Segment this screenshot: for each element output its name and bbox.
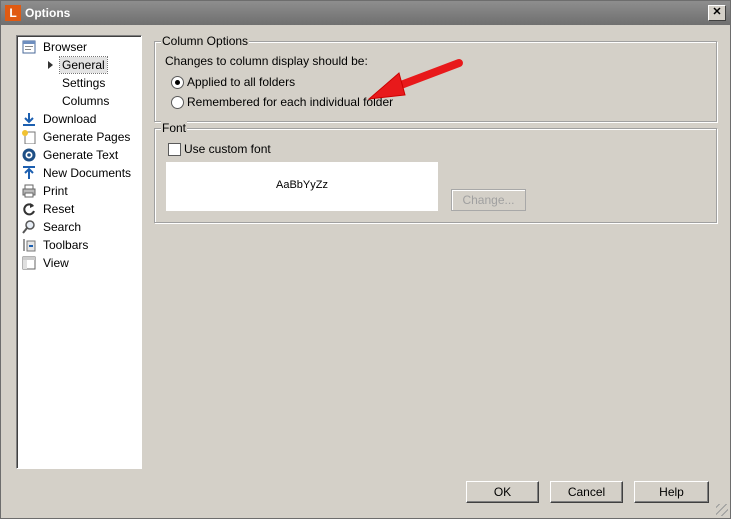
generate-pages-icon [22,130,36,144]
app-icon: L [5,5,21,21]
font-legend: Font [161,121,188,135]
ok-button[interactable]: OK [466,481,539,503]
new-documents-icon [23,166,35,179]
tree-item-label: Browser [43,40,88,54]
tree-item-label: General [59,56,108,74]
custom-font-label[interactable]: Use custom font [184,142,271,156]
tree-item-label: Reset [43,202,75,216]
download-icon [23,113,35,126]
tree-item-label: Search [43,220,82,234]
close-button[interactable]: ✕ [708,5,726,21]
tree-item-label: New Documents [43,166,132,180]
custom-font-checkbox[interactable] [168,143,181,156]
remembered-each-radio[interactable] [171,96,184,109]
tree-item-label: Print [43,184,68,198]
help-button[interactable]: Help [634,481,709,503]
applied-all-radio[interactable] [171,76,184,89]
window-title: Options [25,6,71,20]
tree-item-label: Generate Pages [43,130,131,144]
search-icon [22,220,35,234]
options-dialog: L Options ✕ Browser General Settings Col… [0,0,731,519]
view-icon [22,256,36,270]
tree-item-label: Columns [62,94,110,108]
column-options-prompt: Changes to column display should be: [165,54,368,68]
cancel-button[interactable]: Cancel [550,481,623,503]
applied-all-label[interactable]: Applied to all folders [187,75,295,89]
tree-item-label: Settings [62,76,106,90]
resize-grip[interactable] [716,504,728,516]
red-arrow-annotation [367,59,463,100]
radio-selected-dot [175,80,180,85]
browser-icon [22,40,36,54]
tree-item-label: View [43,256,69,270]
font-preview-box: AaBbYyZz [166,162,438,211]
change-font-button[interactable]: Change... [451,189,526,211]
title-bar[interactable]: L Options ✕ [1,1,730,25]
reset-icon [23,203,35,216]
generate-text-icon [22,148,36,162]
font-group: Font Use custom font AaBbYyZz Change... [154,121,717,223]
tree-item-label: Generate Text [43,148,119,162]
tree-item-label: Download [43,112,97,126]
column-options-legend: Column Options [161,34,250,48]
font-preview-text: AaBbYyZz [276,179,328,191]
toolbars-icon [23,239,36,252]
options-tree[interactable]: Browser General Settings Columns Downloa… [16,35,142,469]
expand-arrow-icon[interactable] [48,61,53,69]
tree-item-label: Toolbars [43,238,89,252]
print-icon [22,184,36,198]
